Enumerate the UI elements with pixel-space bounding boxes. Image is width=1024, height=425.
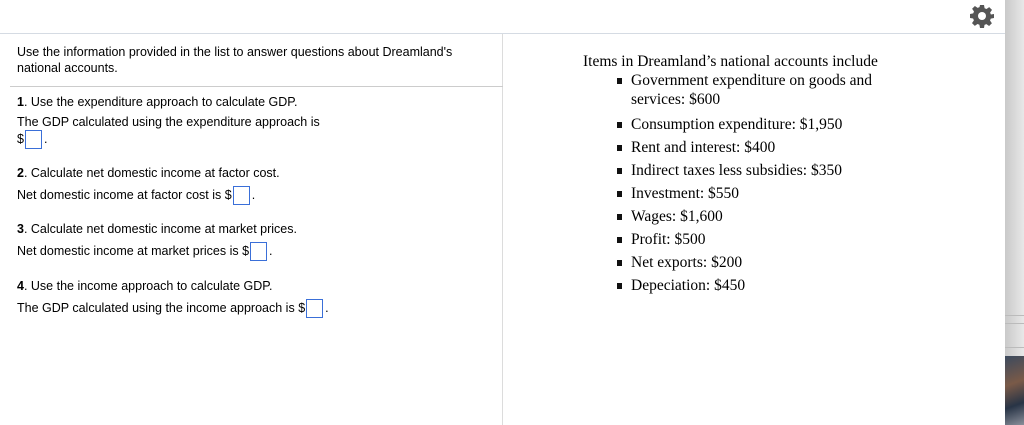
- question-1: 1. Use the expenditure approach to calcu…: [17, 94, 298, 110]
- bullet-icon: [617, 237, 622, 243]
- list-item-text: Indirect taxes less subsidies: $350: [631, 162, 842, 179]
- question-3: 3. Calculate net domestic income at mark…: [17, 221, 297, 237]
- list-item: Rent and interest: $400: [607, 138, 907, 157]
- answer-3: Net domestic income at market prices is …: [17, 242, 273, 261]
- list-item-text: Consumption expenditure: $1,950: [631, 116, 843, 133]
- questions-panel: Use the information provided in the list…: [0, 34, 503, 425]
- list-item: Profit: $500: [607, 230, 907, 249]
- question-number: 2: [17, 166, 24, 180]
- question-prompt: . Calculate net domestic income at facto…: [23, 166, 280, 180]
- answer-label: The GDP calculated using the expenditure…: [17, 115, 320, 129]
- list-item-text: Rent and interest: $400: [631, 139, 776, 156]
- bullet-icon: [617, 260, 622, 266]
- bullet-icon: [617, 168, 622, 174]
- question-prompt: . Use the income approach to calculate G…: [23, 279, 273, 293]
- list-item: Consumption expenditure: $1,950: [607, 115, 907, 134]
- gear-icon[interactable]: [970, 4, 994, 28]
- bullet-icon: [617, 122, 622, 128]
- currency-symbol: $: [17, 131, 24, 146]
- answer-label: Net domestic income at factor cost is: [17, 187, 222, 202]
- question-4: 4. Use the income approach to calculate …: [17, 278, 272, 294]
- answer-label: Net domestic income at market prices is: [17, 243, 239, 258]
- period: .: [269, 243, 273, 258]
- top-toolbar: [0, 0, 1005, 34]
- period: .: [325, 300, 329, 315]
- list-item: Indirect taxes less subsidies: $350: [607, 161, 907, 180]
- list-item-text: Investment: $550: [631, 185, 740, 202]
- period: .: [251, 187, 256, 202]
- info-title: Items in Dreamland’s national accounts i…: [583, 53, 878, 70]
- answer-input-1[interactable]: [24, 130, 42, 149]
- bullet-icon: [617, 78, 622, 84]
- info-panel: Items in Dreamland’s national accounts i…: [583, 52, 907, 299]
- answer-4: The GDP calculated using the income appr…: [17, 299, 329, 318]
- list-item-text: Wages: $1,600: [631, 208, 723, 225]
- question-number: 4: [17, 279, 24, 293]
- period: .: [43, 131, 48, 146]
- list-item: Net exports: $200: [607, 253, 907, 272]
- divider: [10, 86, 503, 87]
- question-prompt: . Use the expenditure approach to calcul…: [23, 95, 298, 109]
- currency-symbol: $: [242, 243, 250, 258]
- list-item: Investment: $550: [607, 184, 907, 203]
- answer-1: The GDP calculated using the expenditure…: [17, 114, 347, 149]
- bullet-icon: [617, 191, 622, 197]
- intro-text: Use the information provided in the list…: [17, 45, 453, 75]
- list-item-text: Profit: $500: [631, 231, 706, 248]
- list-item: Wages: $1,600: [607, 207, 907, 226]
- bullet-icon: [617, 283, 622, 289]
- question-number: 1: [17, 95, 24, 109]
- info-list: Government expenditure on goods and serv…: [607, 71, 907, 295]
- list-item: Depeciation: $450: [607, 276, 907, 295]
- currency-symbol: $: [224, 187, 232, 202]
- answer-input-2[interactable]: [232, 186, 250, 205]
- bullet-icon: [617, 145, 622, 151]
- question-2: 2. Calculate net domestic income at fact…: [17, 165, 280, 181]
- answer-input-3[interactable]: [250, 242, 268, 261]
- list-item-text: Depeciation: $450: [631, 277, 746, 294]
- question-number: 3: [17, 222, 24, 236]
- list-item: Government expenditure on goods and serv…: [607, 71, 907, 109]
- answer-2: Net domestic income at factor cost is $.: [17, 186, 255, 205]
- question-prompt: . Calculate net domestic income at marke…: [23, 222, 297, 236]
- currency-symbol: $: [298, 300, 306, 315]
- list-item-text: Government expenditure on goods and serv…: [631, 72, 873, 108]
- answer-label: The GDP calculated using the income appr…: [17, 300, 295, 315]
- bullet-icon: [617, 214, 622, 220]
- answer-input-4[interactable]: [306, 299, 324, 318]
- list-item-text: Net exports: $200: [631, 254, 743, 271]
- background-image: [1005, 356, 1024, 425]
